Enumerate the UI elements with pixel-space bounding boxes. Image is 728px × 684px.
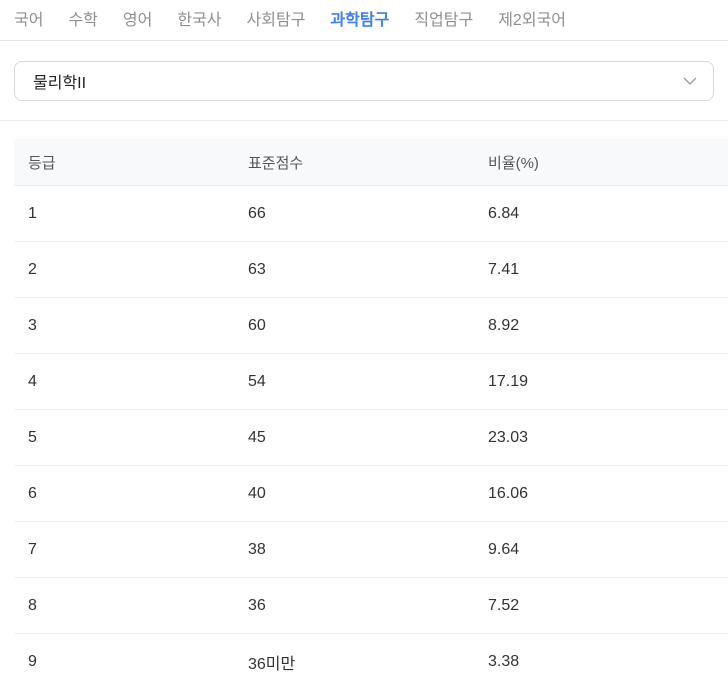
cell-standard-score: 40: [248, 484, 266, 502]
table-row: 3 60 8.92: [14, 298, 728, 354]
tab-english[interactable]: 영어: [123, 0, 152, 41]
grade-table: 등급 표준점수 비율(%) 1 66 6.84 2 63 7.41 3 60 8…: [14, 139, 728, 684]
cell-standard-score: 36미만: [248, 655, 296, 673]
cell-grade: 4: [28, 372, 37, 390]
cell-ratio: 23.03: [488, 428, 529, 446]
cell-grade: 5: [28, 428, 37, 446]
cell-standard-score: 54: [248, 372, 266, 390]
table-header-row: 등급 표준점수 비율(%): [14, 139, 728, 186]
tab-science[interactable]: 과학탐구: [330, 0, 389, 41]
cell-standard-score: 38: [248, 540, 266, 558]
section-divider: [0, 120, 728, 121]
subject-select[interactable]: 물리학II: [14, 61, 714, 101]
cell-grade: 3: [28, 316, 37, 334]
subject-tab-bar: 국어 수학 영어 한국사 사회탐구 과학탐구 직업탐구 제2외국어: [0, 0, 728, 41]
cell-ratio: 6.84: [488, 204, 520, 222]
table-row: 4 54 17.19: [14, 354, 728, 410]
tab-second-foreign-language[interactable]: 제2외국어: [498, 0, 566, 41]
cell-ratio: 7.41: [488, 260, 520, 278]
chevron-down-icon: [683, 77, 697, 85]
cell-grade: 2: [28, 260, 37, 278]
table-row: 1 66 6.84: [14, 186, 728, 242]
table-row: 9 36미만 3.38: [14, 634, 728, 684]
cell-ratio: 8.92: [488, 316, 520, 334]
column-header-grade: 등급: [28, 154, 56, 172]
cell-standard-score: 60: [248, 316, 266, 334]
table-row: 2 63 7.41: [14, 242, 728, 298]
tab-social-studies[interactable]: 사회탐구: [247, 0, 306, 41]
table-row: 5 45 23.03: [14, 410, 728, 466]
column-header-ratio: 비율(%): [488, 154, 539, 172]
cell-grade: 6: [28, 484, 37, 502]
cell-standard-score: 36: [248, 596, 266, 614]
table-row: 6 40 16.06: [14, 466, 728, 522]
cell-ratio: 3.38: [488, 652, 520, 670]
cell-grade: 8: [28, 596, 37, 614]
cell-ratio: 7.52: [488, 596, 520, 614]
cell-grade: 7: [28, 540, 37, 558]
cell-standard-score: 66: [248, 204, 266, 222]
tab-korean-history[interactable]: 한국사: [177, 0, 221, 41]
cell-ratio: 9.64: [488, 540, 520, 558]
cell-grade: 1: [28, 204, 37, 222]
cell-ratio: 16.06: [488, 484, 529, 502]
column-header-standard-score: 표준점수: [248, 154, 304, 172]
tab-math[interactable]: 수학: [68, 0, 97, 41]
cell-grade: 9: [28, 652, 37, 670]
cell-standard-score: 63: [248, 260, 266, 278]
table-row: 7 38 9.64: [14, 522, 728, 578]
tab-vocational[interactable]: 직업탐구: [414, 0, 473, 41]
table-row: 8 36 7.52: [14, 578, 728, 634]
subject-select-value: 물리학II: [33, 75, 87, 92]
cell-standard-score: 45: [248, 428, 266, 446]
tab-korean[interactable]: 국어: [14, 0, 43, 41]
cell-ratio: 17.19: [488, 372, 529, 390]
